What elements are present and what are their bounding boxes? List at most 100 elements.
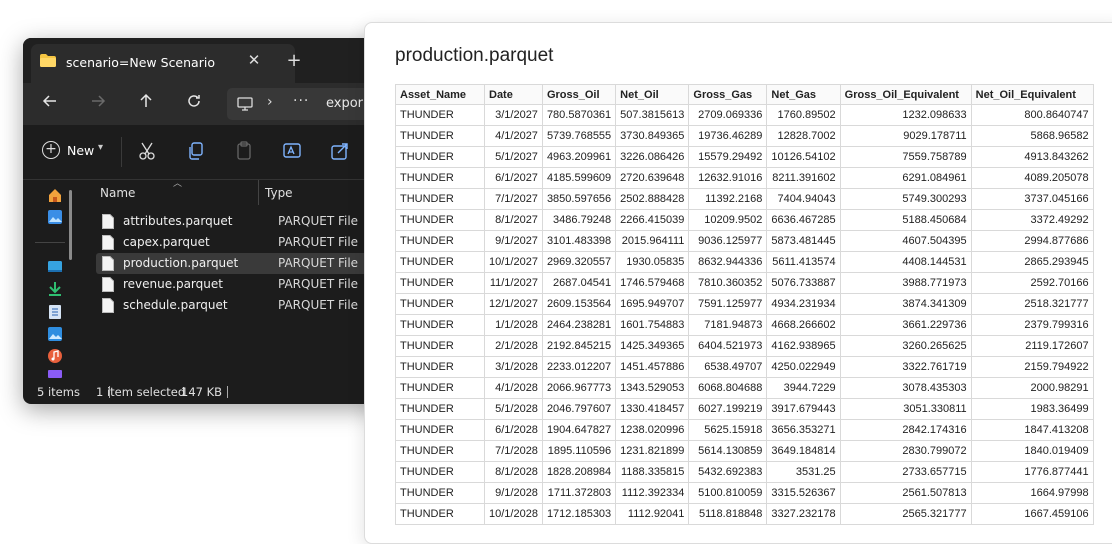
column-header-type[interactable]: Type (265, 186, 293, 200)
table-cell: 5188.450684 (839, 209, 972, 231)
table-cell: THUNDER (395, 104, 485, 126)
new-tab-button[interactable]: + (281, 48, 307, 74)
back-button[interactable] (37, 91, 63, 117)
table-row[interactable]: THUNDER 2/1/2028 2192.845215 1425.349365 640… (395, 335, 1094, 357)
table-row[interactable]: THUNDER 11/1/2027 2687.04541 1746.579468 781… (395, 272, 1094, 294)
page-title: production.parquet (395, 45, 554, 66)
table-row[interactable]: THUNDER 4/1/2027 5739.768555 3730.849365 197… (395, 125, 1094, 147)
file-name: capex.parquet (123, 235, 210, 249)
table-row[interactable]: THUNDER 8/1/2027 3486.79248 2266.415039 1020… (395, 209, 1094, 231)
music-icon[interactable] (47, 348, 63, 364)
table-row[interactable]: THUNDER 12/1/2027 2609.153564 1695.949707 75… (395, 293, 1094, 315)
file-explorer-window: scenario=New Scenario ✕ + › ··· expor + … (23, 38, 423, 404)
table-cell: 4/1/2027 (484, 125, 543, 147)
table-cell: 10/1/2028 (484, 503, 543, 525)
paste-icon[interactable] (233, 140, 255, 162)
table-cell: 507.3815613 (615, 104, 690, 126)
table-cell: 7181.94873 (688, 314, 768, 336)
table-cell: 1895.110596 (541, 440, 617, 462)
refresh-button[interactable] (181, 91, 207, 117)
forward-button[interactable] (85, 91, 111, 117)
table-cell: 2518.321777 (970, 293, 1094, 315)
column-header[interactable]: Gross_Oil (541, 84, 617, 105)
column-header[interactable]: Gross_Gas (688, 84, 768, 105)
table-row[interactable]: THUNDER 7/1/2028 1895.110596 1231.821899 561… (395, 440, 1094, 462)
file-icon (102, 277, 114, 292)
data-table: Asset_Name Date Gross_Oil Net_Oil Gross_… (395, 84, 1094, 525)
table-row[interactable]: THUNDER 7/1/2027 3850.597656 2502.888428 113… (395, 188, 1094, 210)
table-cell: THUNDER (395, 314, 485, 336)
rename-icon[interactable] (281, 140, 303, 162)
table-cell: THUNDER (395, 440, 485, 462)
table-cell: 10/1/2027 (484, 251, 543, 273)
file-type: PARQUET File (278, 256, 359, 270)
table-cell: 3649.184814 (766, 440, 841, 462)
table-cell: 5625.15918 (688, 419, 768, 441)
table-cell: 5611.413574 (766, 251, 841, 273)
file-name: schedule.parquet (123, 298, 228, 312)
table-row[interactable]: THUNDER 1/1/2028 2464.238281 1601.754883 718… (395, 314, 1094, 336)
table-row[interactable]: THUNDER 9/1/2028 1711.372803 1112.392334 510… (395, 482, 1094, 504)
copy-icon[interactable] (185, 140, 207, 162)
tab-scenario[interactable]: scenario=New Scenario ✕ (31, 44, 295, 83)
column-header[interactable]: Net_Oil_Equivalent (970, 84, 1094, 105)
table-cell: 3078.435303 (839, 377, 972, 399)
table-row[interactable]: THUNDER 4/1/2028 2066.967773 1343.529053 606… (395, 377, 1094, 399)
table-cell: 12828.7002 (766, 125, 841, 147)
table-cell: 1425.349365 (615, 335, 690, 357)
table-row[interactable]: THUNDER 3/1/2027 780.5870361 507.3815613 270… (395, 104, 1094, 126)
arrow-right-icon (92, 95, 106, 107)
cut-icon[interactable] (136, 140, 158, 162)
share-icon[interactable] (329, 140, 351, 162)
column-header-name[interactable]: Name (100, 186, 135, 200)
home-icon[interactable] (47, 187, 63, 203)
table-row[interactable]: THUNDER 8/1/2028 1828.208984 1188.335815 543… (395, 461, 1094, 483)
downloads-icon[interactable] (47, 281, 63, 297)
table-cell: 5076.733887 (766, 272, 841, 294)
column-divider[interactable] (258, 180, 259, 205)
table-cell: 1112.92041 (615, 503, 690, 525)
column-header[interactable]: Net_Oil (615, 84, 690, 105)
table-cell: 2000.98291 (970, 377, 1094, 399)
table-cell: 1711.372803 (541, 482, 617, 504)
column-header[interactable]: Gross_Oil_Equivalent (839, 84, 972, 105)
table-row[interactable]: THUNDER 5/1/2027 4963.209961 3226.086426 155… (395, 146, 1094, 168)
column-header[interactable]: Date (484, 84, 543, 105)
table-row[interactable]: THUNDER 6/1/2027 4185.599609 2720.639648 126… (395, 167, 1094, 189)
table-cell: 1451.457886 (615, 356, 690, 378)
navigation-bar: › ··· expor (23, 83, 423, 125)
table-row[interactable]: THUNDER 10/1/2027 2969.320557 1930.05835 863… (395, 251, 1094, 273)
up-button[interactable] (133, 91, 159, 117)
scrollbar[interactable] (69, 190, 72, 260)
table-row[interactable]: THUNDER 9/1/2027 3101.483398 2015.964111 903… (395, 230, 1094, 252)
column-header[interactable]: Asset_Name (395, 84, 485, 105)
table-cell: 5614.130859 (688, 440, 768, 462)
more-locations-button[interactable]: ··· (293, 93, 309, 109)
table-cell: 2561.507813 (839, 482, 972, 504)
table-cell: 1847.413208 (970, 419, 1094, 441)
documents-icon[interactable] (47, 304, 63, 320)
table-cell: THUNDER (395, 230, 485, 252)
table-cell: 4607.504395 (839, 230, 972, 252)
column-header[interactable]: Net_Gas (766, 84, 841, 105)
table-cell: 3730.849365 (615, 125, 690, 147)
table-row[interactable]: THUNDER 10/1/2028 1712.185303 1112.92041 511… (395, 503, 1094, 525)
breadcrumb-export[interactable]: expor (326, 96, 363, 111)
table-cell: 3661.229736 (839, 314, 972, 336)
table-cell: THUNDER (395, 377, 485, 399)
close-tab-button[interactable]: ✕ (243, 49, 265, 71)
table-cell: 9/1/2028 (484, 482, 543, 504)
table-cell: 780.5870361 (541, 104, 617, 126)
table-row[interactable]: THUNDER 3/1/2028 2233.012207 1451.457886 653… (395, 356, 1094, 378)
table-row[interactable]: THUNDER 6/1/2028 1904.647827 1238.020996 562… (395, 419, 1094, 441)
videos-icon[interactable] (47, 370, 63, 378)
selection-count: 1 item selected (96, 385, 186, 399)
gallery-icon[interactable] (47, 209, 63, 225)
table-cell: 3327.232178 (766, 503, 841, 525)
table-cell: THUNDER (395, 188, 485, 210)
table-cell: 1112.392334 (615, 482, 690, 504)
desktop-icon[interactable] (47, 259, 63, 275)
pictures-icon[interactable] (47, 326, 63, 342)
table-cell: 2969.320557 (541, 251, 617, 273)
table-row[interactable]: THUNDER 5/1/2028 2046.797607 1330.418457 602… (395, 398, 1094, 420)
